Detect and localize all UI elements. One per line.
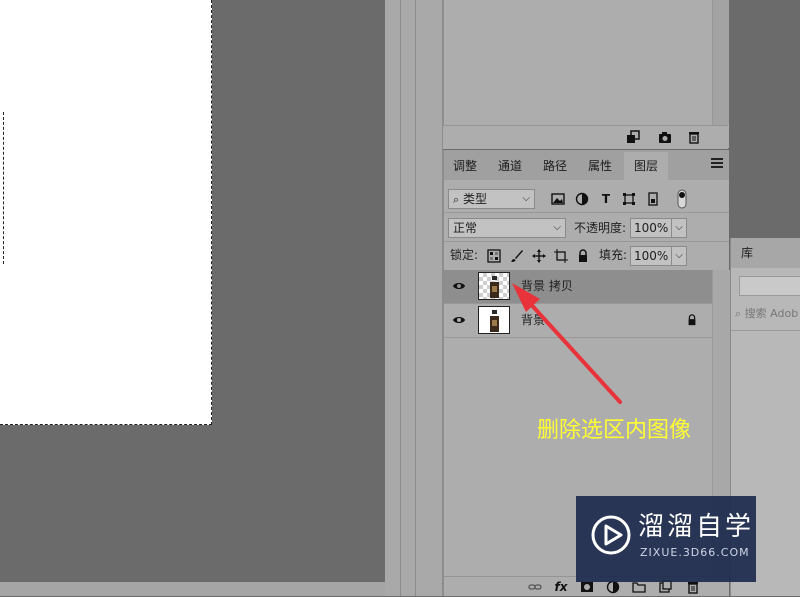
fill-dropdown-button[interactable]: ⌵ — [671, 246, 687, 266]
fill-label: 填充: — [599, 248, 628, 262]
panel-tab-bar: 调整 通道 路径 属性 图层 — [444, 150, 729, 180]
lock-paint-icon[interactable] — [510, 249, 524, 263]
annotation-text: 删除选区内图像 — [537, 418, 692, 443]
fx-icon[interactable]: fx — [554, 580, 568, 594]
opacity-dropdown-button[interactable]: ⌵ — [671, 218, 687, 238]
chevron-down-icon: ⌵ — [522, 193, 530, 204]
type-filter-icon[interactable]: T — [599, 192, 613, 206]
layer-thumbnail — [478, 272, 510, 300]
opacity-label: 不透明度: — [574, 221, 627, 235]
watermark-url: ZIXUE.3D66.COM — [640, 546, 750, 559]
tab-paths[interactable]: 路径 — [534, 152, 576, 180]
lock-transparent-icon[interactable] — [487, 249, 501, 263]
layer-thumbnail — [478, 306, 510, 334]
filter-kind-dropdown[interactable]: ⌕ 类型 ⌵ — [448, 189, 535, 209]
adjustment-filter-icon[interactable] — [575, 192, 589, 206]
horizontal-scrollbar[interactable] — [0, 582, 385, 596]
tab-adjustments[interactable]: 调整 — [444, 152, 486, 180]
tab-layers[interactable]: 图层 — [624, 152, 668, 180]
eye-icon[interactable] — [452, 279, 466, 293]
shape-filter-icon[interactable] — [622, 192, 636, 206]
blend-mode-value: 正常 — [453, 221, 478, 235]
layer-row[interactable]: 背景 — [444, 304, 712, 338]
libraries-tab[interactable]: 库 — [731, 238, 800, 268]
trash-icon[interactable] — [687, 130, 701, 144]
layer-row[interactable]: 背景 拷贝 — [444, 270, 712, 304]
group-icon[interactable] — [632, 580, 646, 594]
libraries-tab-label: 库 — [741, 246, 754, 260]
tab-properties[interactable]: 属性 — [579, 152, 621, 180]
search-icon: ⌕ — [735, 307, 742, 320]
history-panel-footer — [443, 125, 728, 149]
mask-icon[interactable] — [580, 580, 594, 594]
history-panel-scrollbar[interactable] — [712, 0, 729, 125]
library-search-input[interactable]: ⌕ 搜索 Adob — [735, 304, 800, 324]
bottle-image — [490, 310, 499, 332]
filter-toggle-icon[interactable] — [675, 189, 689, 209]
opacity-input[interactable]: 100% — [630, 218, 672, 238]
lock-label: 锁定: — [450, 248, 479, 262]
watermark: 溜溜自学 ZIXUE.3D66.COM — [576, 496, 756, 582]
chevron-down-icon: ⌵ — [553, 222, 561, 233]
blend-mode-dropdown[interactable]: 正常 ⌵ — [448, 218, 566, 238]
canvas-area[interactable] — [0, 0, 385, 582]
camera-icon[interactable] — [658, 130, 672, 144]
play-logo-icon — [591, 515, 631, 555]
tab-channels[interactable]: 通道 — [489, 152, 531, 180]
library-search-placeholder: 搜索 Adob — [744, 307, 799, 320]
lock-artboard-icon[interactable] — [554, 249, 568, 263]
lock-position-icon[interactable] — [532, 249, 546, 263]
adjustment-layer-icon[interactable] — [606, 580, 620, 594]
panel-menu-icon[interactable] — [711, 158, 723, 170]
search-icon: ⌕ — [453, 193, 460, 206]
eye-icon[interactable] — [452, 313, 466, 327]
layer-lock-icon — [685, 314, 699, 328]
bottle-image — [490, 276, 499, 298]
new-snapshot-icon[interactable] — [626, 130, 640, 144]
layer-name[interactable]: 背景 拷贝 — [521, 270, 573, 303]
smart-object-filter-icon[interactable] — [646, 192, 660, 206]
watermark-title: 溜溜自学 — [638, 512, 755, 542]
lock-fill-row: 锁定: 填充: 100% ⌵ — [444, 242, 729, 271]
filter-kind-label: 类型 — [463, 192, 488, 206]
trash-icon[interactable] — [686, 580, 700, 594]
selection-marquee — [0, 112, 4, 264]
lock-all-icon[interactable] — [576, 249, 590, 263]
library-select[interactable] — [739, 276, 800, 296]
fill-input[interactable]: 100% — [630, 246, 672, 266]
layer-name[interactable]: 背景 — [521, 304, 545, 337]
link-icon[interactable] — [528, 580, 542, 594]
blend-opacity-row: 正常 ⌵ 不透明度: 100% ⌵ — [444, 213, 729, 242]
new-layer-icon[interactable] — [658, 580, 672, 594]
collapsed-panel-dock — [385, 0, 443, 596]
document-canvas[interactable] — [0, 0, 212, 425]
divider — [731, 330, 800, 331]
layer-filter-row: ⌕ 类型 ⌵ T — [444, 184, 729, 213]
image-filter-icon[interactable] — [551, 192, 565, 206]
